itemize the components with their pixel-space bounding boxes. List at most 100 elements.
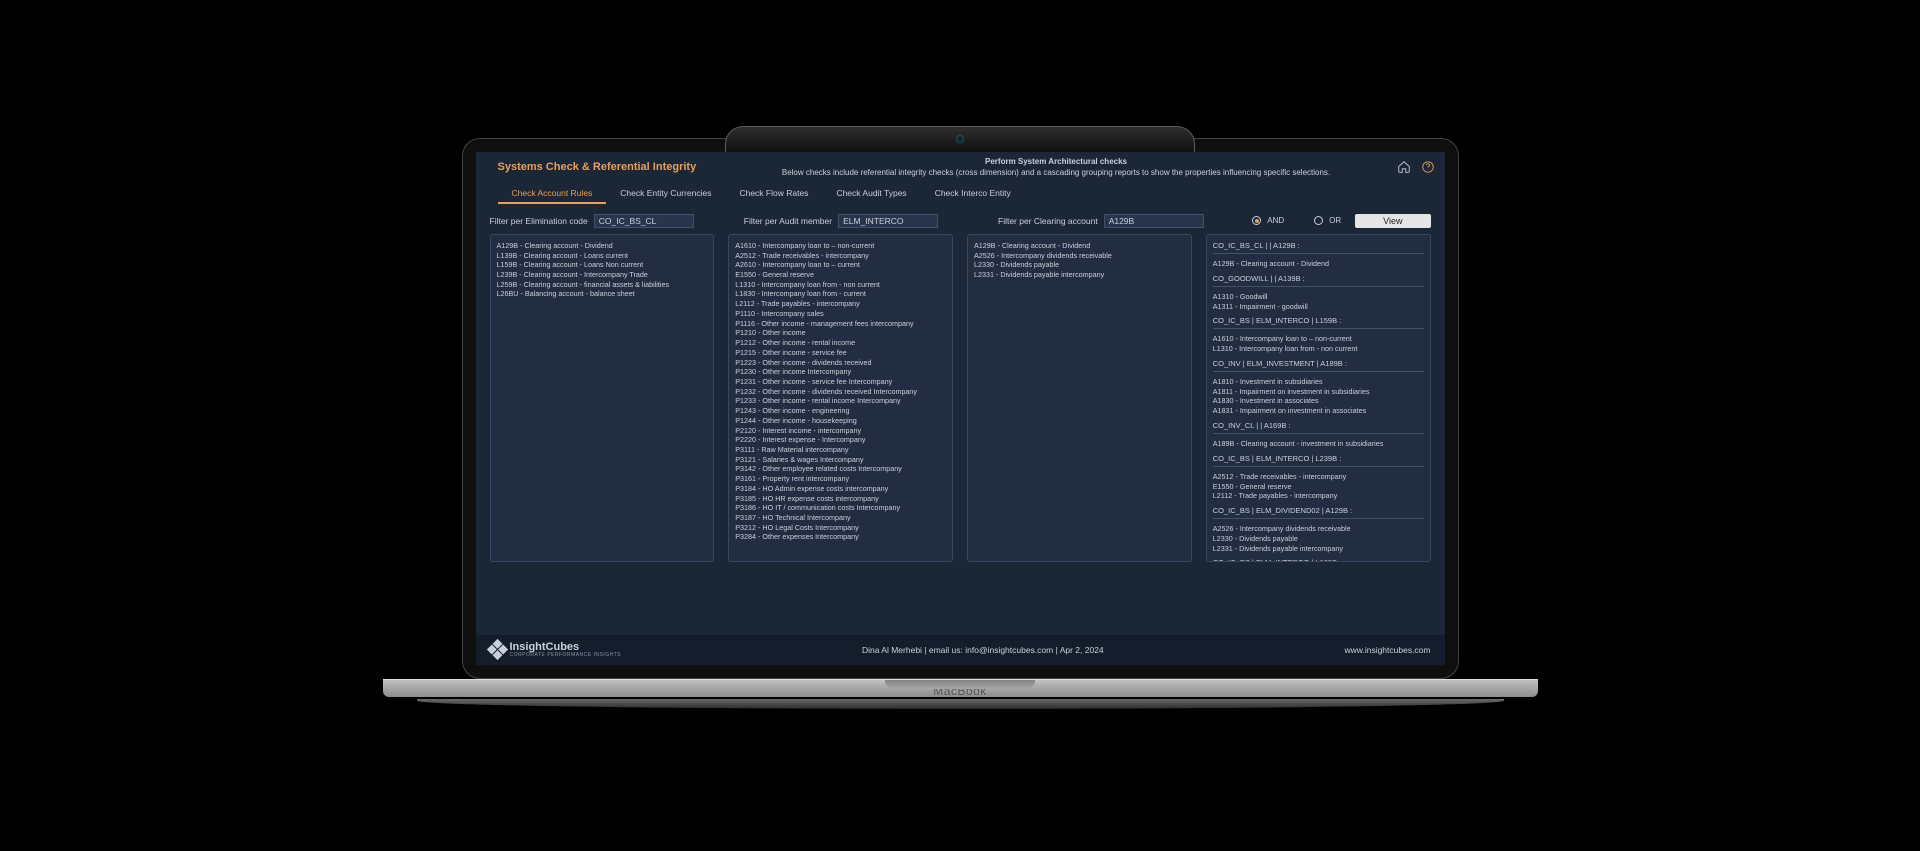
list-item: P3111 - Raw Material intercompany <box>735 445 946 455</box>
brand-name: InsightCubes <box>510 642 622 653</box>
footer: InsightCubes CORPORATE PERFORMANCE INSIG… <box>476 635 1445 665</box>
tabs: Check Account RulesCheck Entity Currenci… <box>476 178 1445 204</box>
laptop-mockup: Systems Check & Referential Integrity Pe… <box>383 126 1538 726</box>
list-item: L2331 - Dividends payable intercompany <box>974 270 1185 280</box>
list-item: P1215 - Other income - service fee <box>735 348 946 358</box>
group-header: CO_IC_BS | ELM_DIVIDEND02 | A129B : <box>1213 506 1424 516</box>
list-item: A129B - Clearing account - Dividend <box>497 241 708 251</box>
brand-logo: InsightCubes CORPORATE PERFORMANCE INSIG… <box>490 642 622 658</box>
list-item: P1223 - Other income - dividends receive… <box>735 358 946 368</box>
list-item: A2512 - Trade receivables - intercompany <box>1213 472 1424 482</box>
footer-right: www.insightcubes.com <box>1345 645 1431 655</box>
list-item: A129B - Clearing account - Dividend <box>974 241 1185 251</box>
radio-or[interactable] <box>1314 216 1323 225</box>
filter-elim-label: Filter per Elimination code <box>490 216 588 226</box>
filter-clearing-input[interactable] <box>1104 214 1204 228</box>
panel-clearing: A129B - Clearing account - DividendA2526… <box>967 234 1192 562</box>
tab-check-account-rules[interactable]: Check Account Rules <box>498 184 607 204</box>
list-item: P3142 - Other employee related costs Int… <box>735 464 946 474</box>
list-item: A1610 - Intercompany loan to – non-curre… <box>1213 334 1424 344</box>
list-item: E1550 - General reserve <box>1213 482 1424 492</box>
list-item: A1811 - Impairment on investment in subs… <box>1213 387 1424 397</box>
group-header: CO_IC_BS | ELM_INTERCO | L239B : <box>1213 454 1424 464</box>
list-item: E1550 - General reserve <box>735 270 946 280</box>
group-header: CO_INV_CL | | A169B : <box>1213 421 1424 431</box>
list-item: L139B - Clearing account - Loans current <box>497 251 708 261</box>
list-item: L2330 - Dividends payable <box>974 260 1185 270</box>
list-item: P1231 - Other income - service fee Inter… <box>735 377 946 387</box>
tab-check-entity-currencies[interactable]: Check Entity Currencies <box>606 184 725 204</box>
list-item: A2512 - Trade receivables - intercompany <box>735 251 946 261</box>
list-item: P1243 - Other income - engineering <box>735 406 946 416</box>
list-item: L239B - Clearing account - Intercompany … <box>497 270 708 280</box>
tab-check-audit-types[interactable]: Check Audit Types <box>822 184 920 204</box>
footer-center: Dina Al Merhebi | email us: info@insight… <box>862 645 1104 655</box>
view-button[interactable]: View <box>1355 214 1430 228</box>
group-header: CO_INV | ELM_INVESTMENT | A189B : <box>1213 359 1424 369</box>
list-item: P1230 - Other income Intercompany <box>735 367 946 377</box>
list-item: A1830 - Investment in associates <box>1213 396 1424 406</box>
list-item: L1830 - Intercompany loan from - current <box>735 289 946 299</box>
list-item: L2331 - Dividends payable intercompany <box>1213 544 1424 554</box>
filter-clearing-label: Filter per Clearing account <box>998 216 1098 226</box>
tab-check-interco-entity[interactable]: Check Interco Entity <box>921 184 1025 204</box>
radio-and[interactable] <box>1252 216 1261 225</box>
filter-elim-input[interactable] <box>594 214 694 228</box>
panel-elimination: A129B - Clearing account - DividendL139B… <box>490 234 715 562</box>
list-item: P1244 - Other income - housekeeping <box>735 416 946 426</box>
list-item: A1810 - Investment in subsidiaries <box>1213 377 1424 387</box>
list-item: A129B - Clearing account - Dividend <box>1213 259 1424 269</box>
group-header: CO_IC_BS | ELM_INTERCO | L159B : <box>1213 316 1424 326</box>
screen-frame: Systems Check & Referential Integrity Pe… <box>462 138 1459 679</box>
list-item: P3121 - Salaries & wages Intercompany <box>735 455 946 465</box>
trackpad-notch <box>885 680 1035 689</box>
list-item: P3187 - HO Technical Intercompany <box>735 513 946 523</box>
list-item: P1233 - Other income - rental income Int… <box>735 396 946 406</box>
list-item: P3284 - Other expenses Intercompany <box>735 532 946 542</box>
tab-check-flow-rates[interactable]: Check Flow Rates <box>725 184 822 204</box>
panel-audit: A1610 - Intercompany loan to – non-curre… <box>728 234 953 562</box>
filter-audit-input[interactable] <box>838 214 938 228</box>
camera-icon <box>957 136 963 142</box>
list-item: A1311 - Impairment - goodwill <box>1213 302 1424 312</box>
list-item: P3212 - HO Legal Costs Intercompany <box>735 523 946 533</box>
brand-tagline: CORPORATE PERFORMANCE INSIGHTS <box>510 653 622 658</box>
list-item: P3161 - Property rent intercompany <box>735 474 946 484</box>
list-item: P3185 - HO HR expense costs intercompany <box>735 494 946 504</box>
group-header: CO_GOODWILL | | A139B : <box>1213 274 1424 284</box>
home-icon[interactable] <box>1397 160 1411 174</box>
list-item: P1232 - Other income - dividends receive… <box>735 387 946 397</box>
group-header: CO_IC_BS | ELM_INTERCO | L139B : <box>1213 558 1424 562</box>
list-item: A1610 - Intercompany loan to – non-curre… <box>735 241 946 251</box>
laptop-base: MacBook <box>383 679 1538 726</box>
list-item: P1110 - Intercompany sales <box>735 309 946 319</box>
filter-row: Filter per Elimination code Filter per A… <box>476 204 1445 234</box>
app-screen: Systems Check & Referential Integrity Pe… <box>476 152 1445 665</box>
list-item: L1310 - Intercompany loan from - non cur… <box>1213 344 1424 354</box>
list-item: A1831 - Impairment on investment in asso… <box>1213 406 1424 416</box>
page-subtitle: Perform System Architectural checks Belo… <box>738 156 1375 178</box>
list-item: A2526 - Intercompany dividends receivabl… <box>974 251 1185 261</box>
list-item: L26BU - Balancing account - balance shee… <box>497 289 708 299</box>
list-item: P1116 - Other income - management fees i… <box>735 319 946 329</box>
list-item: L2112 - Trade payables - intercompany <box>735 299 946 309</box>
group-header: CO_IC_BS_CL | | A129B : <box>1213 241 1424 251</box>
laptop-camera-bar <box>725 126 1195 152</box>
list-item: P1210 - Other income <box>735 328 946 338</box>
radio-and-label: AND <box>1267 216 1284 225</box>
list-item: A1310 - Goodwill <box>1213 292 1424 302</box>
list-item: L2330 - Dividends payable <box>1213 534 1424 544</box>
list-item: P3184 - HO Admin expense costs intercomp… <box>735 484 946 494</box>
list-item: L159B - Clearing account - Loans Non cur… <box>497 260 708 270</box>
list-item: L1310 - Intercompany loan from - non cur… <box>735 280 946 290</box>
page-title: Systems Check & Referential Integrity <box>498 161 738 173</box>
header: Systems Check & Referential Integrity Pe… <box>476 152 1445 178</box>
list-item: A2526 - Intercompany dividends receivabl… <box>1213 524 1424 534</box>
list-item: P3186 - HO IT / communication costs Inte… <box>735 503 946 513</box>
help-icon[interactable] <box>1421 160 1435 174</box>
radio-or-label: OR <box>1329 216 1341 225</box>
list-item: L2112 - Trade payables - intercompany <box>1213 491 1424 501</box>
panel-grouped: CO_IC_BS_CL | | A129B : A129B - Clearing … <box>1206 234 1431 562</box>
logo-cube-icon <box>486 639 507 660</box>
list-item: L259B - Clearing account - financial ass… <box>497 280 708 290</box>
